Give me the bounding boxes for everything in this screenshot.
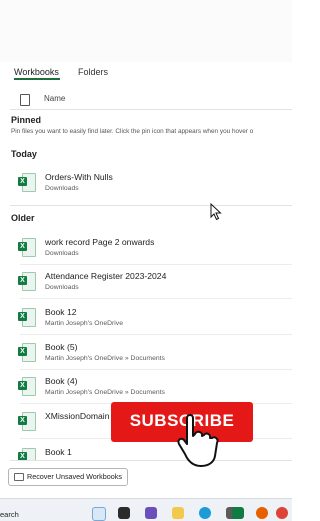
footer-divider xyxy=(10,460,292,461)
chrome-icon[interactable] xyxy=(276,507,288,519)
active-tab-indicator xyxy=(14,78,60,80)
file-name: work record Page 2 onwards xyxy=(45,237,155,247)
excel-file-icon: X xyxy=(18,448,36,460)
file-name: Book 12 xyxy=(45,307,77,317)
file-name: XMissionDomain xyxy=(45,411,110,421)
recover-button-label: Recover Unsaved Workbooks xyxy=(27,472,122,481)
file-name: Book (4) xyxy=(45,376,78,386)
file-name: Orders-With Nulls xyxy=(45,172,113,182)
excel-file-icon: X xyxy=(18,173,36,192)
window-top-area xyxy=(0,0,292,62)
file-row[interactable]: X Attendance Register 2023-2024 Download… xyxy=(10,266,292,299)
pointing-hand-icon xyxy=(177,414,219,467)
file-row[interactable]: X Book (4) Martin Joseph's OneDrive » Do… xyxy=(10,371,292,404)
pinned-hint: Pin files you want to easily find later.… xyxy=(11,128,254,135)
folder-icon xyxy=(14,473,24,481)
task-view-icon[interactable] xyxy=(118,507,130,519)
older-heading: Older xyxy=(11,213,35,223)
file-name: Book (5) xyxy=(45,342,78,352)
file-name: Attendance Register 2023-2024 xyxy=(45,271,167,281)
list-header: Name xyxy=(0,90,292,110)
file-location: Downloads xyxy=(45,185,79,192)
file-row[interactable]: X Book 1 xyxy=(10,442,292,460)
file-row-orders-with-nulls[interactable]: X Orders-With Nulls Downloads xyxy=(10,167,292,200)
file-row[interactable]: X work record Page 2 onwards Downloads xyxy=(10,232,292,265)
copilot-icon[interactable] xyxy=(92,507,106,521)
file-location: Martin Joseph's OneDrive » Documents xyxy=(45,355,165,362)
firefox-icon[interactable] xyxy=(256,507,268,519)
mouse-pointer-icon xyxy=(210,203,222,221)
excel-file-icon: X xyxy=(18,238,36,257)
file-location: Downloads xyxy=(45,284,79,291)
file-explorer-icon[interactable] xyxy=(172,507,184,519)
excel-icon[interactable] xyxy=(232,507,244,519)
excel-file-icon: X xyxy=(18,308,36,327)
file-location: Downloads xyxy=(45,250,79,257)
tab-folders[interactable]: Folders xyxy=(78,67,108,77)
excel-file-icon: X xyxy=(18,343,36,362)
tab-workbooks[interactable]: Workbooks xyxy=(14,67,59,77)
widgets-icon[interactable] xyxy=(145,507,157,519)
today-heading: Today xyxy=(11,149,37,159)
excel-file-icon: X xyxy=(18,377,36,396)
file-name: Book 1 xyxy=(45,447,72,457)
file-row[interactable]: X Book 12 Martin Joseph's OneDrive xyxy=(10,302,292,335)
section-divider xyxy=(10,205,292,206)
document-icon xyxy=(20,94,30,106)
name-column-header[interactable]: Name xyxy=(44,94,65,103)
excel-file-icon: X xyxy=(18,412,36,431)
header-divider xyxy=(10,109,292,110)
taskbar-search[interactable]: earch xyxy=(0,510,19,519)
taskbar: earch xyxy=(0,498,292,521)
pinned-heading: Pinned xyxy=(11,115,42,125)
excel-file-icon: X xyxy=(18,272,36,291)
file-location: Martin Joseph's OneDrive xyxy=(45,320,123,327)
tab-bar: Workbooks Folders xyxy=(0,62,292,86)
file-location: Martin Joseph's OneDrive » Documents xyxy=(45,389,165,396)
recover-unsaved-workbooks-button[interactable]: Recover Unsaved Workbooks xyxy=(8,468,128,486)
file-row[interactable]: X Book (5) Martin Joseph's OneDrive » Do… xyxy=(10,337,292,370)
edge-icon[interactable] xyxy=(199,507,211,519)
